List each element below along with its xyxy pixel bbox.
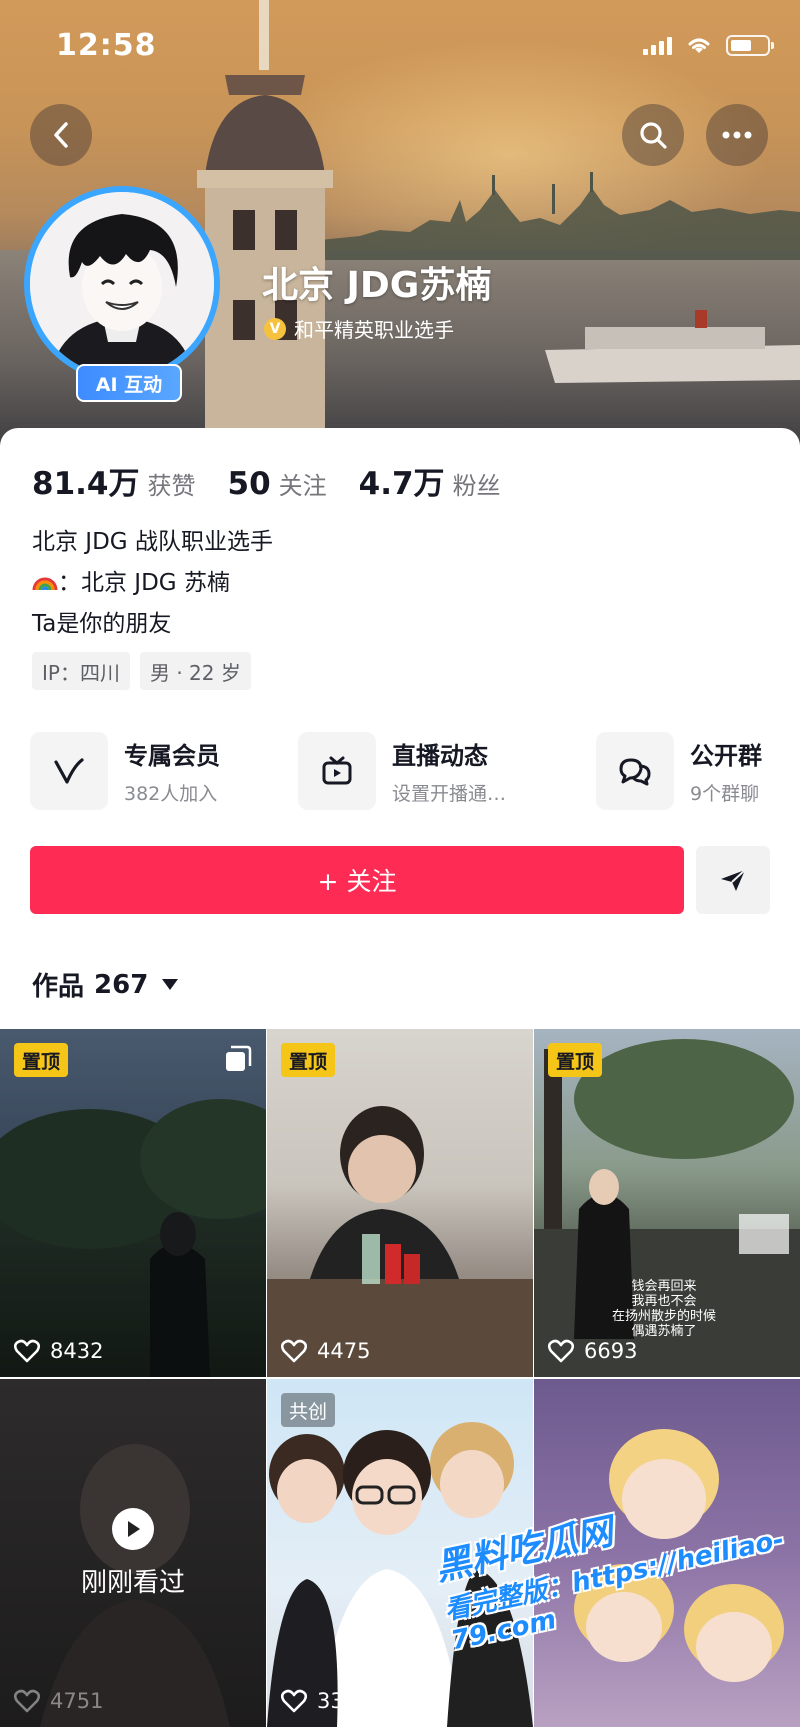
pinned-badge: 置顶 — [14, 1043, 69, 1077]
city-skyline — [320, 172, 800, 260]
chat-bubbles-icon — [596, 732, 674, 810]
back-button[interactable] — [30, 104, 92, 166]
status-icons — [643, 34, 774, 56]
bio-line: Ta是你的朋友 — [32, 611, 172, 637]
like-count: 6693 — [548, 1339, 637, 1363]
like-count-text: 3354 — [317, 1689, 371, 1713]
like-count-text: 6693 — [584, 1339, 638, 1363]
heart-icon — [548, 1339, 574, 1363]
send-icon — [721, 869, 746, 891]
recently-viewed-label: 刚刚看过 — [80, 1567, 185, 1598]
like-count-text: 8432 — [50, 1339, 104, 1363]
more-button[interactable] — [706, 104, 768, 166]
heart-icon — [281, 1689, 307, 1713]
like-count: 8432 — [14, 1339, 103, 1363]
bio: 北京 JDG 战队职业选手 ：北京 JDG 苏楠 Ta是你的朋友 — [32, 522, 273, 645]
feature-title: 专属会员 — [124, 742, 220, 770]
video-caption: 钱会再回来 我再也不会 在扬州散步的时候 偶遇苏楠了 — [574, 1279, 754, 1339]
cellular-signal-icon — [643, 35, 672, 55]
like-count: 4751 — [14, 1689, 103, 1713]
feature-title: 公开群 — [690, 742, 762, 770]
like-count-text: 4751 — [50, 1689, 104, 1713]
caret-down-icon — [162, 979, 179, 990]
ai-interact-badge[interactable]: AI 互动 — [76, 364, 182, 402]
video-thumbnail[interactable]: 刚刚看过 4751 — [0, 1379, 266, 1727]
feature-live[interactable]: 直播动态 设置开播通… — [298, 731, 506, 811]
gender-age-tag: 男 · 22 岁 — [139, 652, 251, 690]
heart-icon — [14, 1339, 40, 1363]
more-dots-icon — [722, 131, 752, 139]
search-icon — [640, 122, 667, 149]
heart-icon — [14, 1689, 40, 1713]
avatar[interactable] — [24, 186, 220, 382]
rainbow-emoji-icon — [32, 577, 58, 591]
video-grid: 置顶 8432 置顶 4475 置顶 钱会再回来 我再也不会 在扬州散步的时候 … — [0, 1029, 800, 1729]
search-button[interactable] — [622, 104, 684, 166]
stat-value: 50 — [227, 466, 271, 502]
stat-label: 关注 — [278, 472, 327, 500]
stat-following[interactable]: 50 关注 — [228, 466, 327, 502]
battery-icon — [726, 34, 774, 56]
video-thumbnail[interactable]: 置顶 钱会再回来 我再也不会 在扬州散步的时候 偶遇苏楠了 6693 — [534, 1029, 800, 1377]
ip-tag: IP：四川 — [32, 652, 130, 690]
feature-member[interactable]: 专属会员 382人加入 — [30, 731, 220, 811]
status-time: 12:58 — [56, 28, 157, 63]
pinned-badge: 置顶 — [548, 1043, 603, 1077]
like-count: 3354 — [281, 1689, 370, 1713]
chevron-left-icon — [54, 122, 68, 148]
share-button[interactable] — [696, 846, 770, 914]
bio-line: 北京 JDG 战队职业选手 — [32, 529, 273, 555]
feature-subtitle: 设置开播通… — [392, 783, 507, 805]
video-thumbnail[interactable]: 置顶 4475 — [267, 1029, 533, 1377]
tv-icon — [298, 732, 376, 810]
wifi-icon — [688, 38, 710, 53]
bio-line-text: ：北京 JDG 苏楠 — [58, 570, 230, 596]
stat-value: 4.7万 — [358, 466, 445, 502]
feature-group[interactable]: 公开群 9个群聊 — [596, 731, 762, 811]
heart-icon — [281, 1339, 307, 1363]
stats-row: 81.4万 获赞 50 关注 4.7万 粉丝 — [32, 458, 533, 503]
feature-subtitle: 9个群聊 — [690, 783, 760, 805]
v-member-icon — [30, 732, 108, 810]
caption-line: 在扬州散步的时候 — [611, 1309, 716, 1324]
like-count: 4475 — [281, 1339, 370, 1363]
feature-title: 直播动态 — [392, 742, 488, 770]
recently-viewed-overlay: 刚刚看过 — [0, 1379, 266, 1727]
caption-line: 偶遇苏楠了 — [631, 1324, 697, 1339]
verification-row: V 和平精英职业选手 — [264, 314, 454, 343]
profile-name: 北京 JDG苏楠 — [262, 265, 492, 306]
works-label: 作品 — [32, 972, 85, 1002]
follow-button[interactable]: + 关注 — [30, 846, 684, 914]
stat-followers[interactable]: 4.7万 粉丝 — [359, 458, 501, 503]
verified-icon: V — [264, 317, 286, 340]
feature-row: 专属会员 382人加入 直播动态 设置开播通… 公开群 9个群聊 — [30, 731, 800, 811]
pinned-badge: 置顶 — [281, 1043, 336, 1077]
stat-label: 粉丝 — [452, 472, 501, 500]
avatar-image — [30, 192, 214, 376]
stat-value: 81.4万 — [32, 466, 140, 502]
maiden-tower — [197, 0, 333, 445]
like-count-text: 4475 — [317, 1339, 371, 1363]
thumbnail-image — [0, 1099, 266, 1377]
bio-line: ：北京 JDG 苏楠 — [32, 563, 273, 604]
feature-subtitle: 382人加入 — [124, 783, 218, 805]
profile-tags: IP：四川 男 · 22 岁 — [32, 652, 251, 690]
verification-text: 和平精英职业选手 — [294, 318, 454, 342]
thumbnail-image — [267, 1106, 533, 1377]
caption-line: 我再也不会 — [631, 1294, 697, 1309]
video-thumbnail[interactable]: 置顶 8432 — [0, 1029, 266, 1377]
ferry-ship — [545, 310, 800, 383]
works-count: 267 — [94, 969, 149, 1000]
works-tab[interactable]: 作品 267 — [32, 966, 179, 1003]
caption-line: 钱会再回来 — [631, 1279, 697, 1294]
stat-label: 获赞 — [147, 472, 196, 500]
stat-likes[interactable]: 81.4万 获赞 — [32, 458, 196, 503]
play-icon — [112, 1507, 154, 1550]
multi-image-icon — [226, 1045, 252, 1071]
co-creation-badge: 共创 — [281, 1393, 336, 1427]
